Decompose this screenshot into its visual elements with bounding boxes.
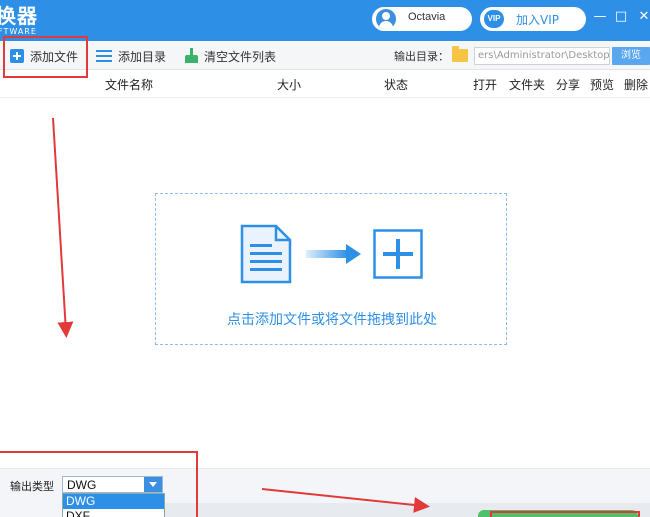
avatar (376, 9, 396, 29)
document-icon (240, 224, 292, 284)
annotation-box-add-file (3, 36, 88, 78)
user-account-button[interactable]: Octavia (372, 7, 472, 31)
add-directory-button[interactable]: 添加目录 (96, 46, 166, 66)
annotation-arrow-down (52, 117, 74, 338)
app-window: 换器 FTWARE Octavia VIP 加入VIP — □ ✕ 添加文件 添… (0, 0, 650, 517)
column-folder: 文件夹 (509, 78, 546, 92)
column-status: 状态 (384, 78, 409, 92)
add-directory-label: 添加目录 (118, 49, 167, 64)
output-dir-label: 输出目录： (394, 50, 449, 63)
vip-icon: VIP (484, 10, 504, 28)
column-size: 大小 (277, 78, 302, 92)
file-drop-zone[interactable]: 点击添加文件或将文件拖拽到此处 (155, 193, 507, 345)
browse-button[interactable]: 浏览 (612, 47, 650, 65)
folder-icon[interactable] (452, 46, 468, 62)
column-share: 分享 (556, 78, 581, 92)
annotation-box-output-type (0, 451, 198, 517)
join-vip-label: 加入VIP (516, 13, 559, 27)
column-file-name: 文件名称 (105, 78, 154, 92)
list-icon (96, 49, 112, 63)
clear-list-label: 清空文件列表 (204, 49, 277, 64)
broom-icon (184, 48, 198, 64)
column-open: 打开 (473, 78, 498, 92)
maximize-button[interactable]: □ (614, 9, 628, 25)
join-vip-button[interactable]: VIP 加入VIP (480, 7, 586, 31)
app-title: 换器 (0, 4, 38, 28)
app-subtitle: FTWARE (0, 27, 37, 36)
drop-hint-text: 点击添加文件或将文件拖拽到此处 (227, 312, 437, 328)
plus-box-icon (373, 229, 423, 279)
title-bar: 换器 FTWARE Octavia VIP 加入VIP — □ ✕ (0, 0, 650, 41)
output-path-field[interactable]: ers\Administrator\Desktop (474, 47, 610, 65)
arrow-right-icon (306, 244, 361, 264)
minimize-button[interactable]: — (593, 9, 607, 25)
column-delete: 删除 (624, 78, 649, 92)
column-preview: 预览 (590, 78, 615, 92)
close-button[interactable]: ✕ (637, 9, 650, 25)
user-name: Octavia (408, 11, 446, 23)
clear-list-button[interactable]: 清空文件列表 (184, 46, 276, 66)
file-list-header: 文件名称 大小 状态 打开 文件夹 分享 预览 删除 (0, 70, 650, 98)
annotation-box-convert (490, 511, 640, 517)
